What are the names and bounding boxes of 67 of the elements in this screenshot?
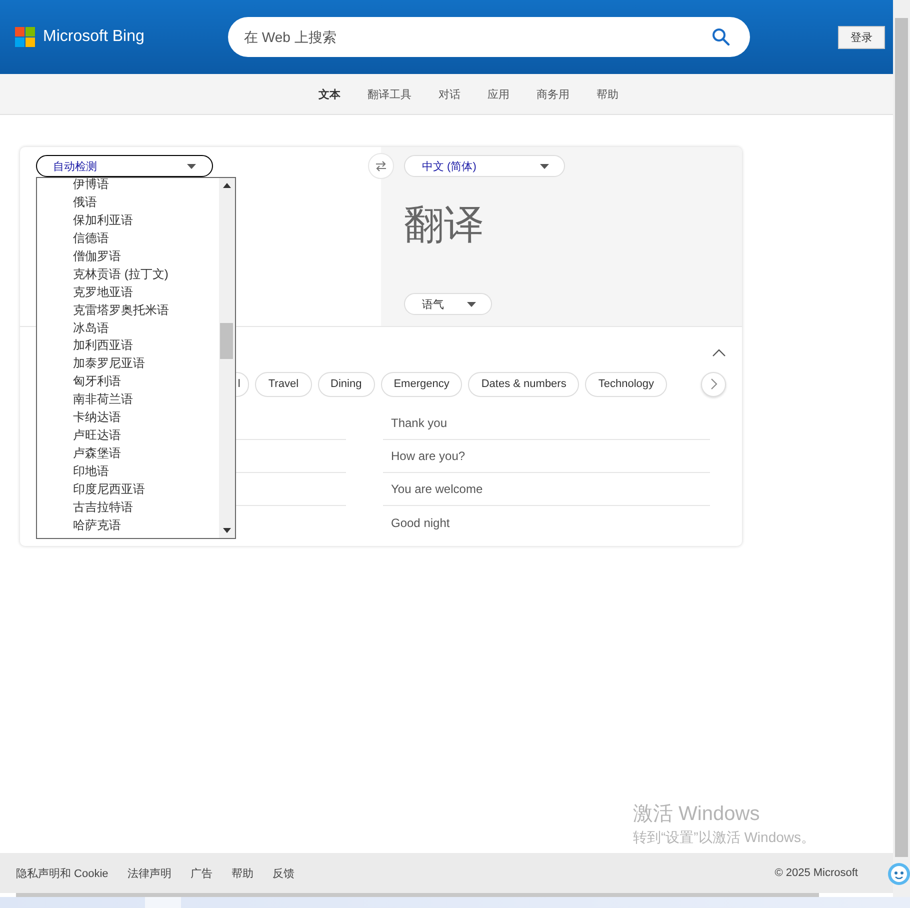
language-option[interactable]: 南非荷兰语 [73, 390, 219, 408]
next-button[interactable] [701, 372, 726, 396]
nav-tab[interactable]: 应用 [488, 86, 510, 102]
language-option[interactable]: 印地语 [73, 462, 219, 480]
language-option[interactable]: 保加利亚语 [73, 210, 219, 229]
vertical-scrollbar[interactable] [893, 0, 910, 897]
language-option[interactable]: 印度尼西亚语 [73, 480, 219, 498]
language-option[interactable]: 克林贡语 (拉丁文) [73, 264, 219, 283]
chevron-right-icon [710, 378, 718, 390]
footer-link[interactable]: 广告 [190, 866, 212, 880]
footer-link[interactable]: 反馈 [272, 866, 294, 880]
language-option[interactable]: 信德语 [73, 228, 219, 247]
copyright-text: © 2025 Microsoft [774, 867, 858, 879]
footer-link[interactable]: 隐私声明和 Cookie [16, 866, 108, 880]
activation-title: 激活 Windows [633, 802, 761, 827]
translation-output: 翻译 [404, 203, 484, 247]
scrollbar-thumb[interactable] [220, 323, 233, 359]
scroll-up-icon[interactable] [223, 183, 231, 188]
brand-name: Microsoft Bing [43, 28, 144, 46]
nav-tab[interactable]: 对话 [438, 86, 460, 102]
language-option[interactable]: 伊博语 [73, 178, 219, 193]
caret-icon [187, 164, 196, 168]
target-language-select[interactable]: 中文 (简体) [404, 155, 565, 177]
phrase-text[interactable]: Good night [391, 516, 450, 530]
nav-tab[interactable]: 帮助 [596, 86, 618, 102]
logo-icon [15, 27, 35, 47]
language-option[interactable]: 卢旺达语 [73, 426, 219, 444]
swap-button[interactable] [368, 153, 394, 179]
language-option[interactable]: 古吉拉特语 [73, 498, 219, 516]
caret-icon [467, 302, 476, 306]
nav-tab[interactable]: 文本 [318, 86, 340, 102]
category-chip[interactable]: Emergency [380, 372, 462, 396]
language-option[interactable]: 俄语 [73, 192, 219, 211]
phrase-text[interactable]: How are you? [391, 449, 466, 463]
language-option[interactable]: 卢森堡语 [73, 444, 219, 462]
language-option[interactable]: 克雷塔罗奥托米语 [73, 300, 219, 318]
footer-link[interactable]: 帮助 [231, 866, 254, 880]
phrase-text[interactable]: You are welcome [391, 482, 483, 496]
source-language-select[interactable]: 自动检测 [36, 155, 213, 177]
category-chip[interactable]: Travel [255, 372, 312, 396]
chevron-up-icon[interactable] [712, 348, 726, 357]
scrollbar-thumb[interactable] [895, 18, 908, 857]
language-option[interactable]: 加利西亚语 [73, 336, 219, 354]
nav-tab[interactable]: 商务用 [536, 86, 570, 102]
language-option[interactable]: 匈牙利语 [73, 372, 219, 390]
language-option[interactable]: 卡纳达语 [73, 408, 219, 426]
category-chip[interactable]: Dining [318, 372, 375, 396]
search-icon[interactable] [712, 28, 730, 46]
sign-in-button[interactable]: 登录 [838, 26, 885, 48]
caret-icon [540, 164, 549, 168]
language-option[interactable]: 加泰罗尼亚语 [73, 354, 219, 372]
activation-message: 转到“设置”以激活 Windows。 [633, 829, 816, 847]
language-option[interactable]: 哈萨克语 [73, 516, 219, 534]
category-chip[interactable]: Technology [585, 372, 667, 396]
tone-select[interactable]: 语气 [404, 293, 492, 315]
language-option[interactable]: 克罗地亚语 [73, 282, 219, 301]
phrase-text[interactable]: Thank you [391, 416, 448, 430]
scroll-down-icon[interactable] [223, 528, 231, 533]
list-scrollbar[interactable] [219, 178, 235, 538]
swap-icon [375, 160, 387, 172]
search-field[interactable]: 在 Web 上搜索 [228, 17, 750, 57]
category-chip[interactable]: Dates & numbers [468, 372, 580, 396]
footer-link[interactable]: 法律声明 [127, 866, 172, 880]
language-option[interactable]: 僧伽罗语 [73, 246, 219, 265]
nav-tab[interactable]: 翻译工具 [368, 86, 412, 102]
horizontal-scrollbar[interactable] [16, 893, 819, 897]
language-option[interactable]: 冰岛语 [73, 318, 219, 336]
